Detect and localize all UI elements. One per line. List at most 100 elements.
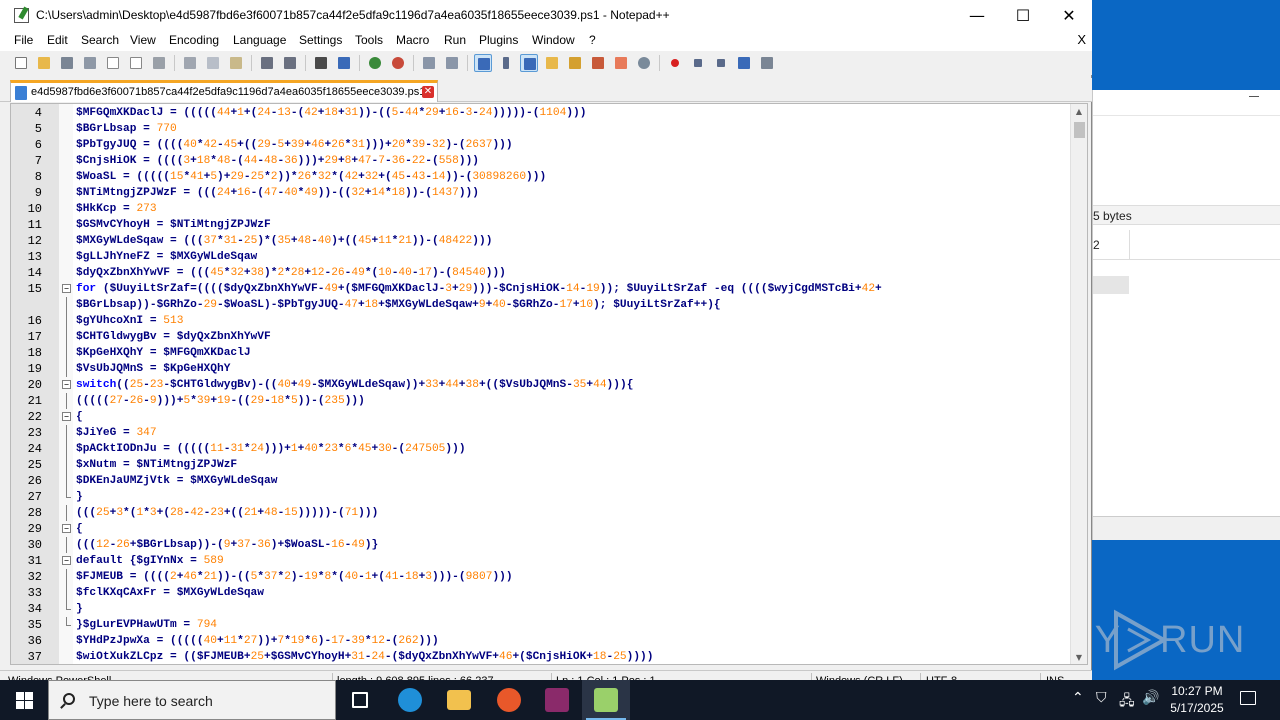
- stop-macro-icon[interactable]: [689, 54, 707, 72]
- taskbar-edge[interactable]: [386, 680, 434, 720]
- maximize-button[interactable]: ☐: [1000, 0, 1046, 31]
- open-file-icon[interactable]: [35, 54, 53, 72]
- show-all-chars-icon[interactable]: [497, 54, 515, 72]
- taskbar-notepadpp[interactable]: [582, 680, 630, 720]
- menu-settings[interactable]: Settings: [299, 33, 342, 47]
- word-wrap-icon[interactable]: [474, 54, 492, 72]
- background-window-titlebar[interactable]: [1093, 90, 1280, 116]
- taskbar-firefox[interactable]: [485, 680, 533, 720]
- menu-window[interactable]: Window: [532, 33, 575, 47]
- undo-icon[interactable]: [258, 54, 276, 72]
- zoom-out-icon[interactable]: [389, 54, 407, 72]
- code-line[interactable]: 8 $WoaSL = (((((15*41+5)+29-25*2))*26*32*…: [11, 169, 1071, 185]
- minimize-icon[interactable]: [1249, 96, 1259, 97]
- title-bar[interactable]: C:\Users\admin\Desktop\e4d5987fbd6e3f600…: [0, 0, 1092, 31]
- code-line[interactable]: 9 $NTiMtngjZPJWzF = (((24+16-(47-40*49))-…: [11, 185, 1071, 201]
- new-file-icon[interactable]: [12, 54, 30, 72]
- notification-icon[interactable]: [1240, 691, 1256, 705]
- code-line[interactable]: 20 − switch((25-23-$CHTGldwygBv)-((40+49-$…: [11, 377, 1071, 393]
- code-line[interactable]: 16 $gYUhcoXnI = 513: [11, 313, 1071, 329]
- taskbar-file-explorer[interactable]: [435, 680, 483, 720]
- task-view-button[interactable]: [336, 680, 384, 720]
- code-line[interactable]: 22 −{: [11, 409, 1071, 425]
- fold-collapse-icon[interactable]: −: [62, 556, 71, 565]
- code-editor[interactable]: 4 $MFGQmXKDaclJ = (((((44+1+(24-13-(42+18…: [10, 103, 1088, 665]
- save-macro-icon[interactable]: [758, 54, 776, 72]
- code-line[interactable]: 5 $BGrLbsap = 770: [11, 121, 1071, 137]
- network-security-icon[interactable]: ⛉: [1096, 690, 1107, 706]
- code-line[interactable]: 27}: [11, 489, 1071, 505]
- code-line[interactable]: 11 $GSMvCYhoyH = $NTiMtngjZPJWzF: [11, 217, 1071, 233]
- copy-icon[interactable]: [204, 54, 222, 72]
- menu-run[interactable]: Run: [444, 33, 466, 47]
- play-macro-icon[interactable]: [712, 54, 730, 72]
- close-icon[interactable]: [104, 54, 122, 72]
- scroll-thumb[interactable]: [1074, 122, 1085, 138]
- code-line[interactable]: 15 − for ($UuyiLtSrZaf=(((($dyQxZbnXhYwVF-…: [11, 281, 1071, 297]
- minimize-button[interactable]: —: [954, 0, 1000, 31]
- code-line[interactable]: 24 $pACktIODnJu = (((((11-31*24)))+1+40*2…: [11, 441, 1071, 457]
- code-line[interactable]: 12 $MXGyWLdeSqaw = (((37*31-25)*(35+48-40…: [11, 233, 1071, 249]
- doc-map-icon[interactable]: [566, 54, 584, 72]
- menu-file[interactable]: File: [14, 33, 33, 47]
- code-line[interactable]: $BGrLbsap))-$GRhZo-29-$WoaSL)-$PbTgyJUQ-…: [11, 297, 1071, 313]
- tab-document[interactable]: e4d5987fbd6e3f60071b857ca44f2e5dfa9c1196…: [10, 80, 438, 102]
- function-list-icon[interactable]: [589, 54, 607, 72]
- code-line[interactable]: 30 (((12-26+$BGrLbsap))-(9+37-36)+$WoaSL-…: [11, 537, 1071, 553]
- code-line[interactable]: 10 $HkKcp = 273: [11, 201, 1071, 217]
- code-line[interactable]: 35}$gLurEVPHawUTm = 794: [11, 617, 1071, 633]
- record-macro-icon[interactable]: [666, 54, 684, 72]
- fold-collapse-icon[interactable]: −: [62, 524, 71, 533]
- menu-search[interactable]: Search: [81, 33, 119, 47]
- sync-horizontal-icon[interactable]: [443, 54, 461, 72]
- menu-edit[interactable]: Edit: [47, 33, 68, 47]
- fold-collapse-icon[interactable]: −: [62, 412, 71, 421]
- network-icon[interactable]: 🖧: [1119, 690, 1135, 714]
- monitoring-icon[interactable]: [635, 54, 653, 72]
- run-macro-multiple-icon[interactable]: [735, 54, 753, 72]
- scroll-up-arrow-icon[interactable]: ▲: [1071, 104, 1087, 120]
- menu-plugins[interactable]: Plugins: [479, 33, 518, 47]
- fold-collapse-icon[interactable]: −: [62, 284, 71, 293]
- find-icon[interactable]: [312, 54, 330, 72]
- taskbar-search-box[interactable]: Type here to search: [48, 680, 336, 720]
- folder-workspace-icon[interactable]: [612, 54, 630, 72]
- code-line[interactable]: 31 − default {$gIYnNx = 589: [11, 553, 1071, 569]
- replace-icon[interactable]: [335, 54, 353, 72]
- save-icon[interactable]: [58, 54, 76, 72]
- code-line[interactable]: 18 $KpGeHXQhY = $MFGQmXKDaclJ: [11, 345, 1071, 361]
- indent-guide-icon[interactable]: [520, 54, 538, 72]
- code-line[interactable]: 26 $DKEnJaUMZjVtk = $MXGyWLdeSqaw: [11, 473, 1071, 489]
- menu-view[interactable]: View: [130, 33, 156, 47]
- code-line[interactable]: 36 $YHdPzJpwXa = (((((40+11*27))+7*19*6)-…: [11, 633, 1071, 649]
- menu-encoding[interactable]: Encoding: [169, 33, 219, 47]
- system-clock[interactable]: 10:27 PM 5/17/2025: [1162, 683, 1232, 717]
- code-line[interactable]: 19 $VsUbJQMnS = $KpGeHXQhY: [11, 361, 1071, 377]
- fold-collapse-icon[interactable]: −: [62, 380, 71, 389]
- menu-macro[interactable]: Macro: [396, 33, 429, 47]
- code-line[interactable]: 37 $wiOtXukZLCpz = (($FJMEUB+25+$GSMvCYho…: [11, 649, 1071, 664]
- code-line[interactable]: 25 $xNutm = $NTiMtngjZPJWzF: [11, 457, 1071, 473]
- code-line[interactable]: 28 (((25+3*(1*3+(28-42-23+((21+48-15)))))…: [11, 505, 1071, 521]
- code-line[interactable]: 4 $MFGQmXKDaclJ = (((((44+1+(24-13-(42+18…: [11, 105, 1071, 121]
- code-line[interactable]: 17 $CHTGldwygBv = $dyQxZbnXhYwVF: [11, 329, 1071, 345]
- scroll-down-arrow-icon[interactable]: ▼: [1071, 650, 1087, 664]
- udl-icon[interactable]: [543, 54, 561, 72]
- notepadpp-window[interactable]: C:\Users\admin\Desktop\e4d5987fbd6e3f600…: [0, 0, 1092, 690]
- save-all-icon[interactable]: [81, 54, 99, 72]
- close-all-icon[interactable]: [127, 54, 145, 72]
- start-button[interactable]: [0, 680, 48, 720]
- code-line[interactable]: 29 −{: [11, 521, 1071, 537]
- code-line[interactable]: 33 $fclKXqCAxFr = $MXGyWLdeSqaw: [11, 585, 1071, 601]
- selected-row[interactable]: [1093, 276, 1129, 294]
- code-line[interactable]: 23 $JiYeG = 347: [11, 425, 1071, 441]
- redo-icon[interactable]: [281, 54, 299, 72]
- show-hidden-icons-icon[interactable]: ⌃: [1072, 690, 1084, 706]
- code-line[interactable]: 14 $dyQxZbnXhYwVF = (((45*32+38)*2*28+12-…: [11, 265, 1071, 281]
- cut-icon[interactable]: [181, 54, 199, 72]
- sync-vertical-icon[interactable]: [420, 54, 438, 72]
- close-button[interactable]: ✕: [1046, 0, 1092, 31]
- menu-tools[interactable]: Tools: [355, 33, 383, 47]
- code-line[interactable]: 32 $FJMEUB = ((((2+46*21))-((5*37*2)-19*8…: [11, 569, 1071, 585]
- print-icon[interactable]: [150, 54, 168, 72]
